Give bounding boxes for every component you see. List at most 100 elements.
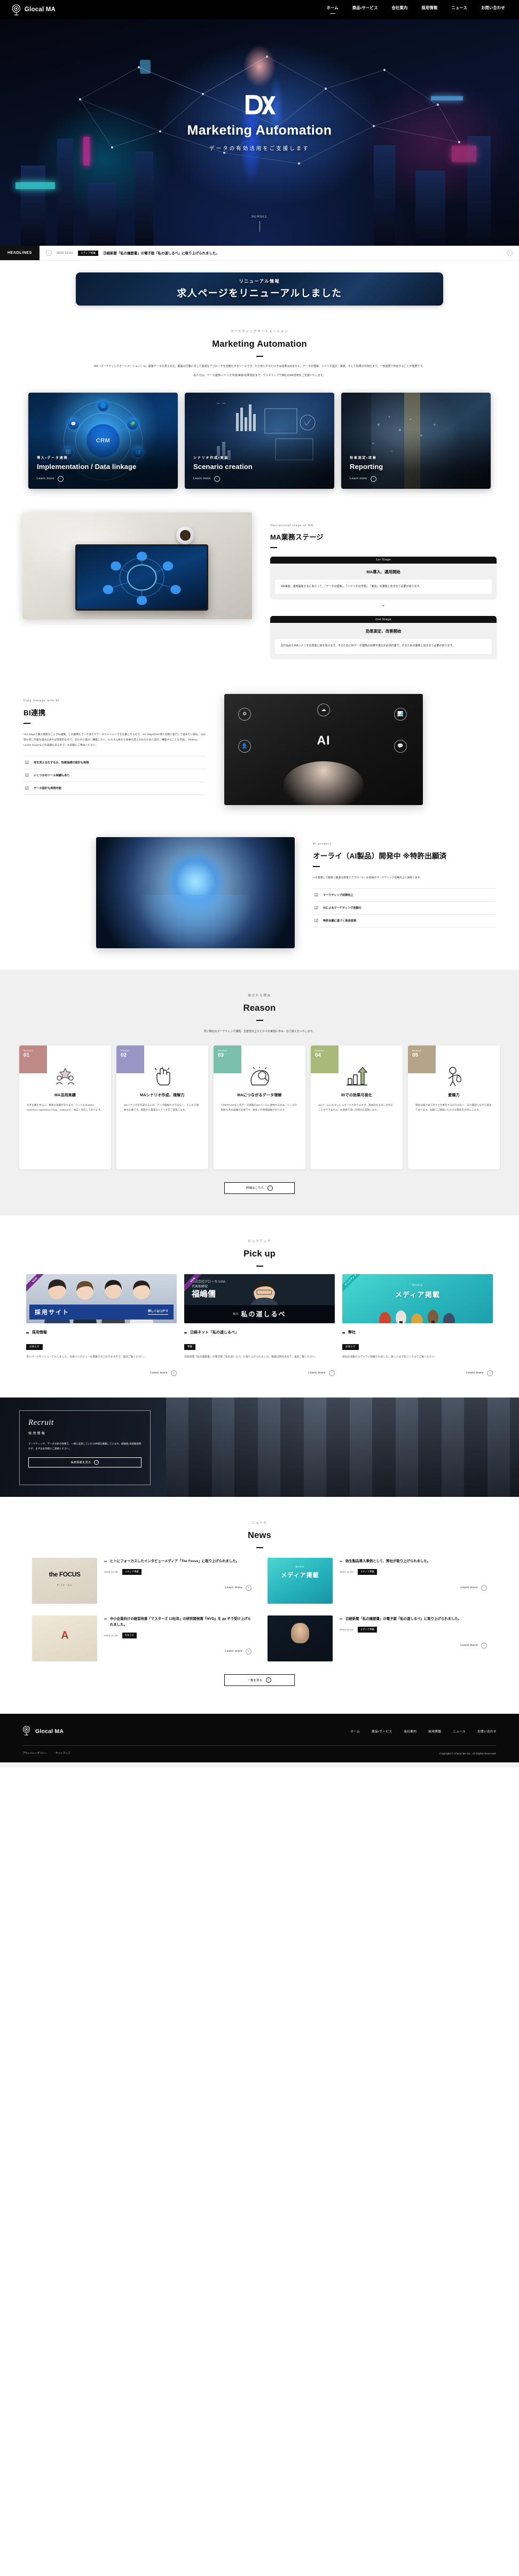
news-2-learn[interactable]: Learn more › [340, 1580, 487, 1591]
hero-content: Marketing Automation データの有効活用をご支援します [0, 93, 519, 152]
chevron-right-icon: › [246, 1648, 251, 1654]
headlines-prev-icon[interactable]: ‹ [45, 250, 52, 256]
ai-check-1: ☑ マーケティング成果向上 [313, 888, 496, 902]
dash-icon [104, 1560, 107, 1562]
ma-card1-learn[interactable]: Learn more › [37, 475, 169, 482]
ma-cards: CRM 🌐 💬 🧩 🗄 👥 導入・データ連携 Implementation / … [0, 391, 519, 512]
main-nav: ホーム 商品・サービス 会社案内 採用情報 ニュース お問い合わせ [327, 5, 507, 14]
news-2-date: 2022.12.02 [340, 1570, 353, 1573]
headlines-next-icon[interactable]: › [507, 250, 513, 256]
footer-nav-recruit[interactable]: 採用情報 [428, 1729, 441, 1734]
user-icon: 👤 [238, 739, 251, 753]
scroll-indicator: SCROLL [251, 215, 268, 232]
stage2-title: 効果測定、改善開始 [365, 629, 402, 634]
news-1-learn[interactable]: Learn more › [104, 1580, 251, 1591]
footer-nav-news[interactable]: ニュース [453, 1729, 466, 1734]
check-icon: ☑ [25, 785, 29, 791]
renewal-title: 求人ページをリニューアルしました [177, 288, 342, 299]
news-item-3[interactable]: A 中小企業向けの経営改善「マスターズ 13社年」の研究開発賞『MVD』を да… [32, 1615, 251, 1662]
person-photo-icon [291, 1622, 309, 1643]
ma-card2-learn[interactable]: Learn more › [193, 475, 326, 482]
headlines-ticker: HEADLINES ‹ 2022.12.01 メディア掲載 日経新聞「私の履歴書… [0, 246, 519, 261]
ma-card3-learn[interactable]: Learn more › [350, 475, 482, 482]
nav-item-home[interactable]: ホーム [327, 5, 339, 14]
brand-logo[interactable]: Glocal MA [12, 4, 56, 15]
footer-nav-home[interactable]: ホーム [350, 1729, 360, 1734]
nav-item-company[interactable]: 会社案内 [392, 5, 408, 14]
news-item-1[interactable]: the FOCUS ザ・フォーカス ヒトにフォーカスしたインタビューメディア「T… [32, 1558, 251, 1604]
bi-title: BI連携 [23, 708, 46, 717]
gear-icon: ⚙ [238, 707, 251, 721]
pickup-1-learn[interactable]: Learn more › [26, 1365, 177, 1376]
bi-kicker: Data linkage with BI [23, 699, 60, 702]
footer-nav-contact[interactable]: お問い合わせ [477, 1729, 497, 1734]
nav-item-contact[interactable]: お問い合わせ [481, 5, 505, 14]
nav-item-products[interactable]: 商品・サービス [352, 5, 378, 14]
news-head: ニュース News [0, 1511, 519, 1556]
recruit-button-label: 採用情報を見る [70, 1461, 91, 1464]
news-item-4[interactable]: 日経新聞「私の履歴書」の電子版「私の道しるべ」に取り上げられました。 2022.… [268, 1615, 487, 1662]
ma-card-scenario[interactable]: シナリオ作成・実装 Scenario creation Learn more › [185, 392, 334, 489]
footer-link-privacy[interactable]: プライバシーポリシー [22, 1752, 47, 1755]
pickup-3-title: 弊社 [348, 1330, 356, 1334]
footer-brand-name: Glocal MA [35, 1728, 64, 1735]
nikkei-prefix: 私の [233, 1313, 239, 1316]
news-item-2[interactable]: Media メディア掲載 弥生製品導入事例として、弊社が取り上げられました。 2… [268, 1558, 487, 1604]
chevron-right-icon: › [171, 1370, 177, 1376]
hero-title: Marketing Automation [187, 123, 332, 138]
ma-card-implementation[interactable]: CRM 🌐 💬 🧩 🗄 👥 導入・データ連携 Implementation / … [28, 392, 178, 489]
tablet-device [75, 544, 209, 611]
renewal-banner[interactable]: リニューアル情報 求人ページをリニューアルしました [76, 272, 443, 306]
pickup-3-learn[interactable]: Learn more › [342, 1365, 493, 1376]
reason-section: 選ばれる理由 Reason 共に御社のマーケティング課題、生産性向上などＤＸの実… [0, 969, 519, 1215]
pickup-card-nikkei[interactable]: NEW 株式会社グローカルMA 代表取締役 福嶋儒 私の 私の道しるべ 日経ネッ… [184, 1274, 335, 1376]
reason-rule [256, 1019, 263, 1021]
scroll-label: SCROLL [251, 215, 268, 218]
recruit-banner-section[interactable]: Recruit 採用情報 マーケティング、データ分析の現場で、一緒に成長していけ… [0, 1397, 519, 1497]
ai-title: オーライ（AI製品）開発中 ※特許出願済 [313, 852, 447, 860]
ai-check-3: ☑ 特許出願に基づく独自技術 [313, 915, 496, 927]
glocal-ma-icon [22, 1726, 32, 1737]
reason-detail-button[interactable]: 詳細はこちら › [224, 1182, 295, 1194]
footer-links: プライバシーポリシー サイトマップ [22, 1752, 70, 1755]
news-1-learn-label: Learn more [225, 1586, 242, 1590]
hand-art [284, 761, 364, 805]
renewal-kicker: リニューアル情報 [239, 279, 280, 284]
reason-button-line: 詳細はこちら › [0, 1182, 519, 1194]
recruit-jp-title: 採用情報 [28, 1431, 46, 1435]
reason-04-title: BIでの効果可視化 [341, 1093, 372, 1097]
news-title: News [248, 1530, 271, 1540]
footer-brand[interactable]: Glocal MA [22, 1726, 64, 1737]
news-list-button[interactable]: 一覧を見る › [224, 1674, 295, 1687]
new-flag-2-label: NEW [184, 1274, 202, 1292]
bi-check-3: ☑ データ設計も実現可能 [23, 782, 206, 795]
chevron-right-icon: › [214, 475, 220, 482]
pickup-2-learn[interactable]: Learn more › [184, 1365, 335, 1376]
stage-rule [270, 547, 277, 548]
footer-nav-company[interactable]: 会社案内 [404, 1729, 416, 1734]
news-2-badge: メディア掲載 [358, 1569, 378, 1575]
bi-rule [23, 722, 30, 724]
recruit-button[interactable]: 採用情報を見る › [28, 1457, 141, 1467]
footer-nav-products[interactable]: 商品・サービス [372, 1729, 392, 1734]
new-flag-1-label: NEW [26, 1274, 44, 1292]
chevron-right-icon: › [267, 1185, 273, 1191]
footer-link-sitemap[interactable]: サイトマップ [56, 1752, 70, 1755]
nav-item-news[interactable]: ニュース [451, 5, 467, 14]
ma-card-reporting[interactable]: 効果測定・改善 Reporting Learn more › [341, 392, 491, 489]
nav-item-recruit[interactable]: 採用情報 [422, 5, 438, 14]
bi-check-1-label: 何を見える化するか、効果指標の設計も実現 [34, 761, 89, 764]
new-flag-2: NEW [184, 1274, 202, 1292]
headline-text[interactable]: 日経新聞「私の履歴書」の電子版「私の道しるべ」に取り上げられました。 [103, 251, 219, 255]
pickup-card-media[interactable]: ピックアップ Media メディア掲載 弊社 お知らせ 弊社の活動がメディアに掲… [342, 1274, 493, 1376]
check-icon: ☑ [314, 918, 319, 923]
news-4-learn-label: Learn more [460, 1644, 478, 1648]
news-4-learn[interactable]: Learn more › [340, 1638, 487, 1649]
pickup-card-recruit[interactable]: NEW 採用サイト 詳しくはコチラ 採用情報 お知らせ 求人ページをリニューアル… [26, 1274, 177, 1376]
news-3-learn[interactable]: Learn more › [104, 1644, 251, 1654]
glocal-ma-icon [12, 4, 21, 15]
reason-01-title: MA活用実績 [54, 1093, 76, 1097]
ma-card1-jp: 導入・データ連携 [37, 456, 68, 460]
reason-01-flag: Reason 01 [19, 1045, 47, 1073]
footer-strip [0, 1762, 519, 1768]
